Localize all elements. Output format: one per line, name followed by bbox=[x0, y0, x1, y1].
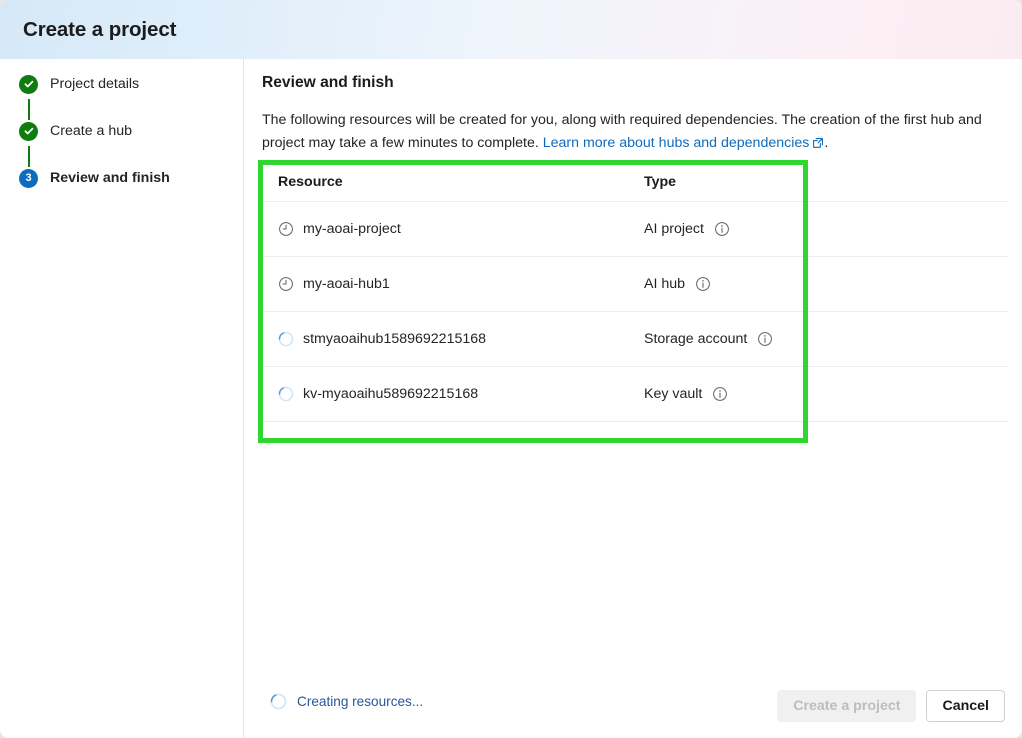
type-cell: Key vault bbox=[644, 386, 728, 402]
create-project-button[interactable]: Create a project bbox=[777, 690, 917, 722]
resource-name: my-aoai-project bbox=[303, 221, 401, 237]
sidebar-item-review-and-finish[interactable]: 3 Review and finish bbox=[19, 167, 170, 189]
type-cell: AI hub bbox=[644, 276, 711, 292]
type-cell: AI project bbox=[644, 221, 730, 237]
sidebar-item-project-details[interactable]: Project details bbox=[19, 73, 139, 95]
resources-table: Resource Type my-aoai-project AI project bbox=[262, 162, 1008, 422]
intro-paragraph: The following resources will be created … bbox=[262, 109, 994, 157]
resource-name: stmyaoaihub1589692215168 bbox=[303, 331, 487, 347]
column-header-type: Type bbox=[644, 173, 677, 190]
dialog-header: Create a project bbox=[0, 0, 1022, 59]
step-number-badge: 3 bbox=[19, 168, 38, 188]
resource-cell: kv-myaoaihu589692215168 bbox=[278, 386, 644, 402]
resource-type: Storage account bbox=[644, 331, 748, 347]
sidebar-item-label: Review and finish bbox=[50, 170, 170, 186]
table-header-row: Resource Type bbox=[262, 162, 1008, 202]
table-row: kv-myaoaihu589692215168 Key vault bbox=[262, 367, 1008, 422]
spinner-icon bbox=[278, 331, 294, 347]
create-project-dialog: Create a project Project details Create … bbox=[0, 0, 1022, 738]
section-title: Review and finish bbox=[262, 74, 394, 91]
info-icon[interactable] bbox=[695, 276, 711, 292]
status-text: Creating resources... bbox=[297, 694, 424, 709]
table-row: my-aoai-project AI project bbox=[262, 202, 1008, 257]
cancel-button[interactable]: Cancel bbox=[926, 690, 1005, 722]
clock-icon bbox=[278, 276, 294, 292]
step-number: 3 bbox=[25, 171, 32, 184]
sidebar-item-label: Project details bbox=[50, 76, 140, 92]
check-icon bbox=[19, 74, 38, 94]
sidebar-item-label: Create a hub bbox=[50, 123, 133, 139]
spinner-icon bbox=[278, 386, 294, 402]
sidebar-item-create-a-hub[interactable]: Create a hub bbox=[19, 120, 132, 142]
page-title: Create a project bbox=[23, 18, 177, 41]
step-connector-2 bbox=[28, 146, 30, 167]
info-icon[interactable] bbox=[714, 221, 730, 237]
resource-type: Key vault bbox=[644, 386, 703, 402]
main-content: Review and finish The following resource… bbox=[244, 59, 1022, 738]
resource-type: AI hub bbox=[644, 276, 686, 292]
info-icon[interactable] bbox=[757, 331, 773, 347]
footer-buttons: Create a project Cancel bbox=[777, 690, 1005, 722]
check-icon bbox=[19, 121, 38, 141]
dialog-footer: Creating resources... Create a project C… bbox=[244, 679, 1022, 738]
learn-more-link[interactable]: Learn more about hubs and dependencies bbox=[543, 135, 810, 151]
wizard-sidebar: Project details Create a hub 3 Review an… bbox=[0, 59, 244, 738]
type-cell: Storage account bbox=[644, 331, 773, 347]
intro-text-part2: . bbox=[824, 135, 829, 151]
spinner-icon bbox=[270, 693, 287, 710]
step-connector-1 bbox=[28, 99, 30, 120]
table-row: my-aoai-hub1 AI hub bbox=[262, 257, 1008, 312]
info-icon[interactable] bbox=[712, 386, 728, 402]
table-row: stmyaoaihub1589692215168 Storage account bbox=[262, 312, 1008, 367]
resource-cell: my-aoai-project bbox=[278, 221, 644, 237]
resource-cell: stmyaoaihub1589692215168 bbox=[278, 331, 644, 347]
resource-name: my-aoai-hub1 bbox=[303, 276, 390, 292]
resource-cell: my-aoai-hub1 bbox=[278, 276, 644, 292]
resource-type: AI project bbox=[644, 221, 704, 237]
creation-status: Creating resources... bbox=[270, 693, 423, 710]
column-header-resource: Resource bbox=[278, 173, 343, 190]
clock-icon bbox=[278, 221, 294, 237]
resource-name: kv-myaoaihu589692215168 bbox=[303, 386, 479, 402]
external-link-icon[interactable] bbox=[812, 134, 824, 157]
